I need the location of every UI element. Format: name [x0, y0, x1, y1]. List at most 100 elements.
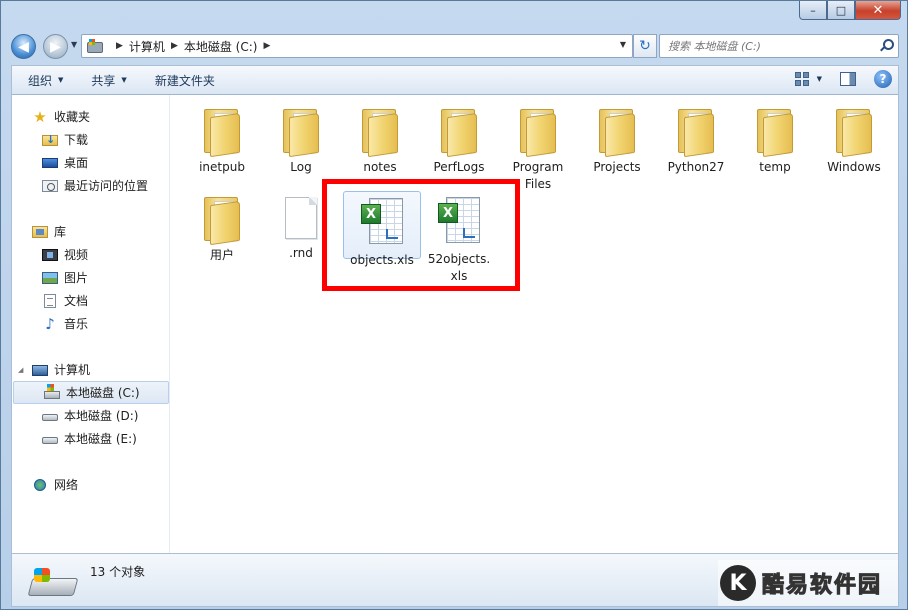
- search-box[interactable]: [659, 34, 899, 58]
- close-button[interactable]: ✕: [855, 1, 901, 20]
- computer-icon: [32, 364, 48, 376]
- hard-drive-icon: [42, 437, 58, 444]
- organize-button[interactable]: 组织 ▼: [12, 66, 75, 94]
- sidebar-item-label: 库: [54, 225, 67, 239]
- sidebar-item-desktop[interactable]: 桌面: [12, 151, 170, 174]
- navigation-pane: ★ 收藏夹 下载 桌面 最近访问的位置: [12, 95, 170, 553]
- network-globe-icon: [34, 478, 46, 491]
- breadcrumb-local-disk-c[interactable]: 本地磁盘 (C:): [184, 38, 258, 55]
- document-icon: [44, 293, 56, 308]
- sidebar-item-downloads[interactable]: 下载: [12, 128, 170, 151]
- library-icon: [32, 225, 48, 238]
- file-name: Python27: [667, 160, 725, 174]
- file-name: notes: [363, 160, 397, 174]
- blank-file-icon: [285, 197, 317, 239]
- sidebar-item-label: 计算机: [54, 363, 91, 377]
- folder-icon: [360, 107, 400, 158]
- favorites-group: ★ 收藏夹 下载 桌面 最近访问的位置: [12, 105, 170, 197]
- folder-item-perflogs[interactable]: PerfLogs: [420, 99, 498, 176]
- refresh-icon: ↻: [639, 38, 651, 54]
- folder-item-temp[interactable]: temp: [736, 99, 814, 176]
- hard-drive-icon: [42, 414, 58, 421]
- folder-item-log[interactable]: Log: [262, 99, 340, 176]
- change-view-icon[interactable]: [794, 72, 809, 86]
- desktop-icon: [42, 158, 58, 168]
- maximize-button[interactable]: □: [827, 1, 855, 20]
- file-list-view: inetpub Log notes PerfLogs Program Files…: [171, 95, 898, 553]
- folder-item-inetpub[interactable]: inetpub: [183, 99, 261, 176]
- folder-icon: [834, 107, 874, 158]
- navigation-row: ◀ ▶ ▼ ▶ 计算机 ▶ 本地磁盘 (C:) ▶ ▼ ↻: [11, 32, 899, 60]
- sidebar-item-videos[interactable]: 视频: [12, 243, 170, 266]
- command-bar: 组织 ▼ 共享 ▼ 新建文件夹 ▼ ?: [11, 65, 899, 95]
- minimize-button[interactable]: –: [799, 1, 827, 20]
- sidebar-item-local-disk-d[interactable]: 本地磁盘 (D:): [12, 404, 170, 427]
- sidebar-item-label: 本地磁盘 (E:): [64, 432, 137, 446]
- folder-item-python27[interactable]: Python27: [657, 99, 735, 176]
- back-button[interactable]: ◀: [11, 34, 36, 59]
- sidebar-item-network[interactable]: 网络: [12, 473, 170, 496]
- address-history-dropdown[interactable]: ▼: [620, 40, 626, 49]
- file-name: temp: [759, 160, 791, 174]
- search-icon[interactable]: [880, 39, 894, 51]
- caption-buttons: – □ ✕: [799, 1, 901, 20]
- folder-icon: [281, 107, 321, 158]
- file-name: PerfLogs: [433, 160, 485, 174]
- sidebar-item-label: 音乐: [64, 317, 89, 331]
- chevron-down-icon: ▼: [121, 76, 127, 84]
- sidebar-item-label: 桌面: [64, 156, 89, 170]
- help-icon[interactable]: ?: [874, 70, 892, 88]
- breadcrumb-separator[interactable]: ▶: [116, 41, 123, 51]
- watermark: K 酷易软件园: [718, 560, 898, 606]
- watermark-logo-icon: K: [720, 565, 756, 601]
- search-input[interactable]: [668, 39, 868, 53]
- sidebar-item-local-disk-c[interactable]: 本地磁盘 (C:): [13, 381, 169, 404]
- file-name: inetpub: [199, 160, 245, 174]
- folder-icon: [202, 107, 242, 158]
- folder-item-projects[interactable]: Projects: [578, 99, 656, 176]
- red-highlight-annotation: [322, 179, 520, 291]
- sidebar-item-label: 最近访问的位置: [64, 179, 149, 193]
- breadcrumb-separator[interactable]: ▶: [263, 41, 270, 51]
- sidebar-item-label: 收藏夹: [54, 110, 91, 124]
- chevron-down-icon: ▼: [58, 76, 64, 84]
- watermark-text: 酷易软件园: [761, 573, 883, 599]
- picture-icon: [42, 271, 58, 284]
- sidebar-item-label: 图片: [64, 271, 89, 285]
- folder-item-notes[interactable]: notes: [341, 99, 419, 176]
- expand-arrow-icon[interactable]: ◢: [18, 366, 23, 374]
- network-group: 网络: [12, 473, 170, 496]
- music-note-icon: ♪: [45, 314, 55, 333]
- details-pane: 13 个对象 K 酷易软件园: [11, 553, 899, 607]
- file-name: Projects: [593, 160, 641, 174]
- share-button[interactable]: 共享 ▼: [75, 66, 138, 94]
- forward-button[interactable]: ▶: [43, 34, 68, 59]
- drive-c-icon: [86, 39, 103, 53]
- preview-pane-icon[interactable]: [840, 72, 856, 86]
- downloads-folder-icon: [42, 133, 58, 146]
- sidebar-item-recent-places[interactable]: 最近访问的位置: [12, 174, 170, 197]
- view-controls: ▼ ?: [794, 70, 892, 88]
- sidebar-item-documents[interactable]: 文档: [12, 289, 170, 312]
- star-icon: ★: [33, 107, 47, 126]
- new-folder-button[interactable]: 新建文件夹: [139, 66, 227, 94]
- sidebar-item-label: 本地磁盘 (D:): [64, 409, 139, 423]
- breadcrumb-separator[interactable]: ▶: [171, 41, 178, 51]
- refresh-button[interactable]: ↻: [633, 34, 657, 58]
- breadcrumb-computer[interactable]: 计算机: [129, 38, 165, 55]
- view-options-dropdown[interactable]: ▼: [817, 75, 822, 83]
- sidebar-item-pictures[interactable]: 图片: [12, 266, 170, 289]
- sidebar-item-computer[interactable]: ◢ 计算机: [12, 358, 170, 381]
- sidebar-item-local-disk-e[interactable]: 本地磁盘 (E:): [12, 427, 170, 450]
- folder-icon: [755, 107, 795, 158]
- video-icon: [42, 248, 58, 261]
- recent-pages-dropdown[interactable]: ▼: [71, 40, 77, 49]
- address-bar[interactable]: ▶ 计算机 ▶ 本地磁盘 (C:) ▶ ▼: [81, 34, 633, 58]
- content-area: ★ 收藏夹 下载 桌面 最近访问的位置: [11, 95, 899, 553]
- sidebar-item-libraries[interactable]: 库: [12, 220, 170, 243]
- sidebar-item-music[interactable]: ♪ 音乐: [12, 312, 170, 335]
- item-count: 13 个对象: [90, 565, 146, 579]
- folder-item-users[interactable]: 用户: [183, 187, 261, 264]
- sidebar-item-favorites[interactable]: ★ 收藏夹: [12, 105, 170, 128]
- folder-item-windows[interactable]: Windows: [815, 99, 893, 176]
